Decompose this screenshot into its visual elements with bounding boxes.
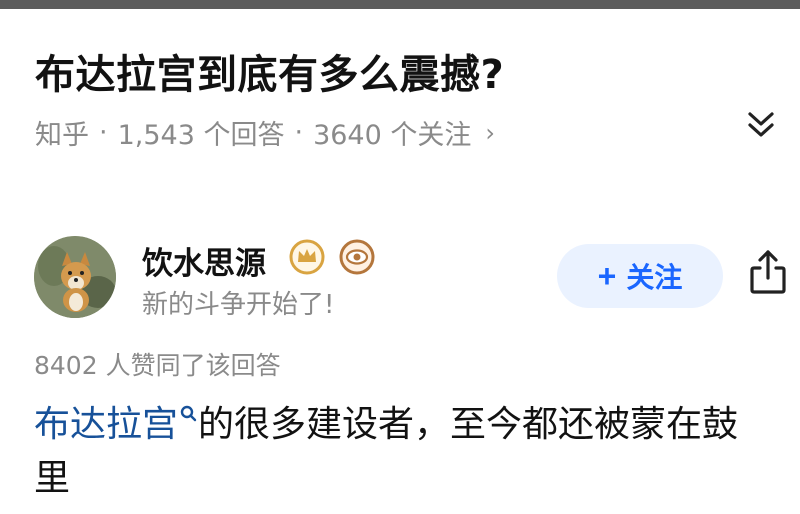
- avatar-dog-image: [34, 236, 116, 318]
- source-label: 知乎: [35, 120, 89, 151]
- avatar[interactable]: [34, 236, 116, 318]
- eye-badge-icon: [339, 239, 375, 275]
- plus-icon: +: [597, 257, 617, 294]
- status-strip: [0, 0, 800, 9]
- meta-separator: ·: [99, 117, 108, 148]
- author-bio: 新的斗争开始了!: [142, 290, 335, 320]
- meta-separator: ·: [294, 117, 304, 148]
- crown-badge-icon: [289, 239, 325, 275]
- vote-count: 8402 人赞同了该回答: [34, 351, 281, 380]
- followers-count[interactable]: 3640 个关注: [313, 113, 471, 152]
- follow-button[interactable]: + 关注: [557, 244, 723, 308]
- question-title[interactable]: 布达拉宫到底有多么震撼?: [35, 42, 504, 100]
- search-icon[interactable]: [178, 404, 198, 426]
- answers-count[interactable]: 1,543 个回答: [118, 113, 285, 152]
- question-meta: 知乎 · 1,543 个回答 · 3640 个关注 ›: [35, 113, 495, 152]
- answer-content[interactable]: 布达拉宫 的很多建设者，至今都还被蒙在鼓里: [34, 398, 774, 506]
- chevron-double-down-icon[interactable]: [744, 108, 778, 142]
- chevron-right-icon[interactable]: ›: [485, 119, 495, 147]
- author-name[interactable]: 饮水思源: [142, 238, 266, 283]
- search-keyword-link[interactable]: 布达拉宫: [34, 404, 178, 445]
- share-icon[interactable]: [748, 248, 788, 296]
- follow-button-label: 关注: [626, 262, 683, 293]
